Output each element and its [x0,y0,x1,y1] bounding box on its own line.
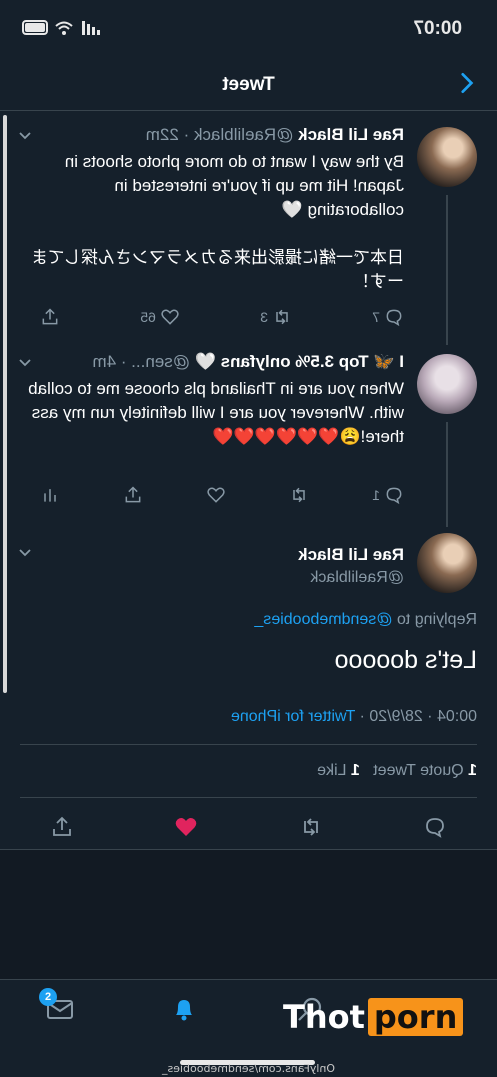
tweet-time: 4m [92,352,117,371]
quote-count: 1 [468,762,477,779]
reply-count: 7 [372,309,380,325]
quote-stat[interactable]: 1 Quote Tweet [373,762,477,779]
share-button[interactable] [40,307,60,327]
tweet-actions: 1 [40,485,404,505]
main-tweet-text: Let's dooooo [334,646,477,674]
tweet-time: 22m [145,125,179,144]
avatar[interactable] [417,127,477,187]
like-count: 65 [140,309,156,325]
messages-badge: 2 [39,988,57,1006]
watermark-part1: Thot [283,998,365,1036]
empty-reply-area [0,849,497,980]
status-time: 00:07 [413,18,462,39]
reply-button[interactable]: 7 [372,307,404,327]
heart-icon [207,487,225,503]
tab-messages[interactable]: 2 [39,988,75,1024]
analytics-icon [44,489,56,502]
reply-icon[interactable] [423,815,447,839]
retweet-icon [276,309,288,325]
divider [20,797,477,798]
signal-icon [82,20,100,35]
tweet-source[interactable]: Twitter for iPhone [231,708,356,725]
tweet-header: I 🦋 Top 3.5% onlyfans 🤍 @sen... · 4m [20,352,404,372]
reply-button[interactable]: 1 [372,485,404,505]
tweet-meta: 00:04 · 28/9/20 · Twitter for iPhone [231,708,477,726]
like-stat[interactable]: 1 Like [317,762,360,779]
divider [20,744,477,745]
page-title: Tweet [222,74,275,95]
chevron-down-icon[interactable] [18,546,32,560]
tweet-timestamp: 00:04 · 28/9/20 · [359,708,477,725]
tweet-text: By the way I want to do more photo shoot… [31,152,404,291]
retweet-button[interactable] [289,485,309,505]
replying-to-link[interactable]: @sendmeboobies_ [254,611,392,628]
liked-heart-icon[interactable] [174,815,198,839]
dot-separator: · [120,352,127,371]
like-label: Like [317,762,347,779]
like-button[interactable] [206,485,226,505]
reply-count: 1 [372,487,380,503]
thread-line [446,422,448,527]
reply-icon [386,487,402,505]
heart-icon [161,309,179,325]
retweet-button[interactable]: 3 [260,307,292,327]
like-total: 1 [350,762,360,779]
replying-to-label: Replying to [396,611,477,628]
author-name[interactable]: I 🦋 Top 3.5% onlyfans 🤍 [195,352,404,371]
retweet-icon[interactable] [299,815,323,839]
retweet-icon [293,487,305,503]
status-bar: 00:07 [0,0,497,60]
page-caption: OnlyFans.com/sendmeboobies_ [161,1062,336,1075]
share-button[interactable] [123,485,143,505]
bell-icon [176,1000,192,1021]
status-icons [22,20,100,35]
replying-to: Replying to @sendmeboobies_ [254,611,477,629]
share-icon[interactable] [50,815,74,839]
tweet-actions: 7 3 65 [40,307,404,327]
tweet-header: Rae Lil Black @Raelilblack · 22m [20,125,404,145]
wifi-icon [55,21,73,35]
analytics-button[interactable] [40,485,60,505]
quote-label: Quote Tweet [373,762,464,779]
watermark-part2: porn [367,998,464,1036]
reply-icon [386,309,402,327]
author-handle: @Raelilblack [310,569,404,586]
share-icon [125,486,141,503]
tab-notifications[interactable] [169,994,199,1024]
avatar[interactable] [417,533,477,593]
mirrored-screen: 00:07 Tweet Rae Lil Black @Raelilblack ·… [0,0,497,1077]
author-name[interactable]: Rae Lil Black [298,125,404,144]
author-handle: @Raelilblack [193,125,294,144]
thread-line [446,195,448,345]
tweet-stats: 1 Quote Tweet 1 Like [317,762,477,780]
retweet-count: 3 [260,309,268,325]
share-icon [42,308,58,325]
scrollbar[interactable] [3,115,7,693]
chevron-down-icon[interactable] [18,356,32,370]
watermark-logo: Thot porn [283,998,464,1036]
header: Tweet [0,60,497,111]
main-tweet-actions [0,808,497,846]
dot-separator: · [183,125,190,144]
author-name[interactable]: Rae Lil Black [298,545,404,565]
avatar[interactable] [417,354,477,414]
battery-icon [22,20,48,35]
tweet-text: When you are in Thailand pls choose me t… [23,379,404,446]
chevron-down-icon[interactable] [18,129,32,143]
author-handle: @sen... [131,352,191,371]
like-button[interactable]: 65 [140,307,180,327]
